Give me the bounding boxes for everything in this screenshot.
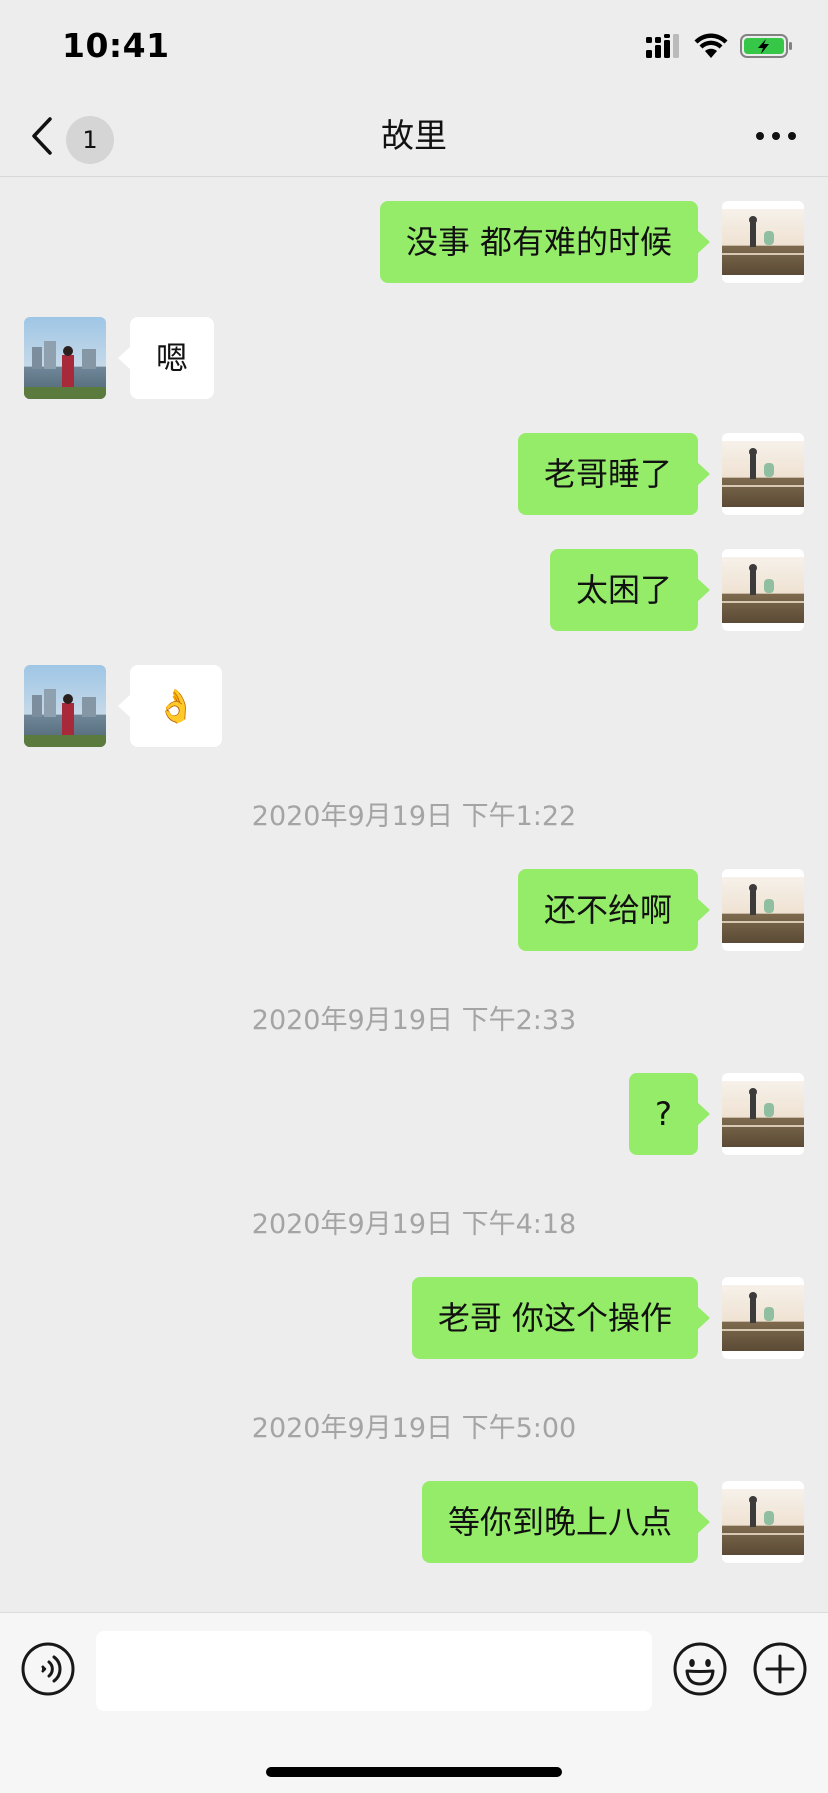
- status-time: 10:41: [62, 26, 170, 65]
- avatar[interactable]: [722, 1277, 804, 1359]
- message-input[interactable]: [96, 1631, 652, 1711]
- voice-button[interactable]: [20, 1641, 76, 1697]
- message-row: 太困了: [0, 549, 828, 631]
- message-row: 嗯: [0, 317, 828, 399]
- status-icons: [646, 32, 796, 66]
- message-row: 没事 都有难的时候: [0, 201, 828, 283]
- avatar[interactable]: [722, 433, 804, 515]
- avatar[interactable]: [24, 317, 106, 399]
- battery-icon: [740, 34, 792, 58]
- voice-icon: [21, 1642, 75, 1696]
- message-bubble[interactable]: ?: [629, 1073, 710, 1155]
- message-bubble[interactable]: 👌: [118, 665, 222, 747]
- message-bubble[interactable]: 太困了: [549, 549, 711, 631]
- avatar[interactable]: [722, 1073, 804, 1155]
- avatar[interactable]: [722, 1481, 804, 1563]
- timestamp: 2020年9月19日 下午4:18: [251, 1209, 577, 1240]
- message-bubble[interactable]: 没事 都有难的时候: [379, 201, 711, 283]
- timestamp: 2020年9月19日 下午2:33: [251, 1005, 577, 1036]
- nav-bar: 1 故里: [0, 96, 828, 177]
- message-row: 等你到晚上八点: [0, 1481, 828, 1563]
- more-actions-button[interactable]: [752, 1641, 808, 1697]
- timestamp: 2020年9月19日 下午1:22: [251, 801, 577, 832]
- emoji-icon: [673, 1642, 727, 1696]
- unread-count-badge: 1: [66, 116, 114, 164]
- chevron-left-icon: [32, 117, 52, 155]
- message-bubble[interactable]: 等你到晚上八点: [421, 1481, 711, 1563]
- avatar[interactable]: [24, 665, 106, 747]
- wifi-icon: [694, 33, 728, 58]
- message-row: 👌: [0, 665, 828, 747]
- message-row: ?: [0, 1073, 828, 1155]
- home-indicator[interactable]: [266, 1767, 562, 1777]
- timestamp: 2020年9月19日 下午5:00: [251, 1413, 577, 1444]
- more-icon: [756, 132, 796, 140]
- message-bubble[interactable]: 老哥 你这个操作: [411, 1277, 711, 1359]
- message-bubble[interactable]: 老哥睡了: [517, 433, 711, 515]
- signal-icon: [646, 34, 679, 58]
- chat-title: 故里: [381, 116, 447, 155]
- message-row: 老哥 你这个操作: [0, 1277, 828, 1359]
- more-button[interactable]: [752, 118, 800, 154]
- message-bubble[interactable]: 还不给啊: [517, 869, 711, 951]
- avatar[interactable]: [722, 549, 804, 631]
- message-list[interactable]: 没事 都有难的时候 嗯 老哥睡了 太困了 👌 2020年9月19日 下午1:22…: [0, 177, 828, 1612]
- emoji-button[interactable]: [672, 1641, 728, 1697]
- message-row: 还不给啊: [0, 869, 828, 951]
- plus-icon: [753, 1642, 807, 1696]
- message-row: 老哥睡了: [0, 433, 828, 515]
- message-bubble[interactable]: 嗯: [117, 317, 215, 399]
- avatar[interactable]: [722, 201, 804, 283]
- back-button[interactable]: 1: [26, 108, 146, 164]
- avatar[interactable]: [722, 869, 804, 951]
- input-bar: [0, 1612, 828, 1793]
- status-bar: 10:41: [0, 0, 828, 96]
